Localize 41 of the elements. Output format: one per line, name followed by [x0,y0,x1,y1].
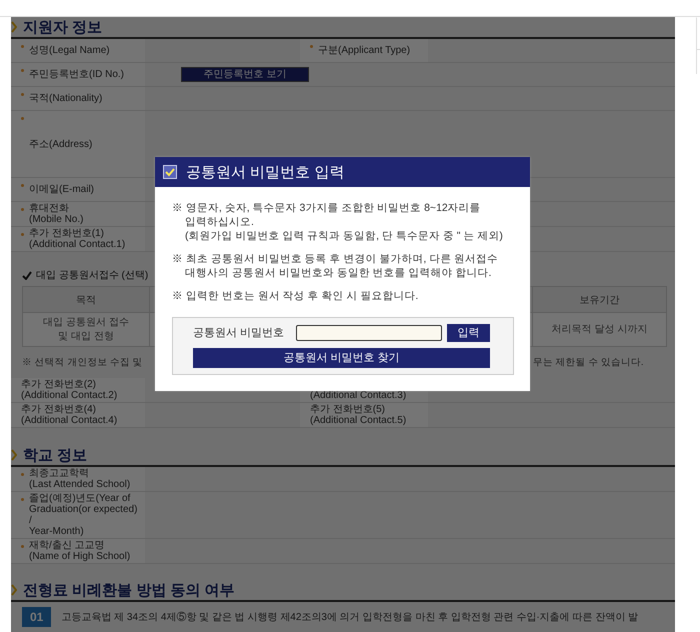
chevron-icon [11,584,17,596]
field-label: 주민등록번호(ID No.) [29,69,124,80]
table-cell: 처리목적 달성 시까지 [532,312,666,346]
field-label: 추가 전화번호(5) (Additional Contact.5) [310,404,406,426]
password-field[interactable] [296,325,442,341]
check-icon [22,270,32,280]
field-label: 성명(Legal Name) [29,45,110,56]
field-label: 구분(Applicant Type) [318,45,410,56]
view-id-button[interactable]: 주민등록번호 보기 [181,67,309,82]
field-label: 최종고교학력 (Last Attended School) [29,468,130,490]
field-label: 추가 전화번호(2) (Additional Contact.2) [21,379,118,401]
note-text: ※ 입력한 번호는 원서 작성 후 확인 시 필요합니다. [172,289,420,303]
section-title: 지원자 정보 [23,18,102,36]
notice-text: 무는 제한될 수 있습니다. [533,356,645,369]
submit-button[interactable]: 입력 [447,324,490,342]
notice-text: ※ 선택적 개인정보 수집 및 [22,356,144,369]
chevron-icon [11,21,17,33]
section-title: 학교 정보 [23,446,88,464]
dialog-title: 공통원서 비밀번호 입력 [186,162,344,182]
field-label: (Additional Contact.3) [310,390,406,401]
password-label: 공통원서 비밀번호 [193,326,286,340]
field-label: 이메일(E-mail) [29,184,94,195]
field-label: 주소(Address) [29,138,92,150]
table-header: 보유기간 [532,286,666,312]
field-label: 추가 전화번호(4) (Additional Contact.4) [21,404,118,426]
field-label: 재학/출신 고교명 (Name of High School) [29,540,130,562]
note-text: ※ 영문자, 숫자, 특수문자 3가지를 조합한 비밀번호 8~12자리를 입력하십시오. (회원가입 비밀번호 입력 규칙과 동일함, 단 특수문자 중 " 는 제외) [172,201,504,243]
field-label: 휴대전화 (Mobile No.) [29,203,84,225]
checkbox-icon [163,165,177,179]
field-label: 국적(Nationality) [29,93,102,104]
table-cell: 대입 공통원서 접수 및 대입 전형 [22,312,150,346]
section-title: 전형료 비례환불 방법 동의 여부 [23,580,235,600]
chevron-icon [11,449,17,461]
find-password-button[interactable]: 공통원서 비밀번호 찾기 [193,348,490,368]
note-text: ※ 최초 공통원서 비밀번호 등록 후 변경이 불가하며, 다른 원서접수 대행사의 공통원서 비밀번호와 동일한 번호를 입력해야 합니다. [172,252,500,280]
field-label: 추가 전화번호(1) (Additional Contact.1) [29,228,126,250]
number-badge: 01 [22,607,52,627]
consent-title: 대입 공통원서접수 (선택) [36,269,148,282]
field-label: 졸업(예정)년도(Year of Graduation(or expected) / Year-Month) [29,493,138,537]
refund-text: 고등교육법 제 34조의 4제⑤항 및 같은 법 시행령 제42조의3에 의거 입학전형을 마친 후 입학전형 관련 수입·지출에 따른 잔액이 발 [61,610,638,624]
table-header: 목적 [22,286,150,312]
